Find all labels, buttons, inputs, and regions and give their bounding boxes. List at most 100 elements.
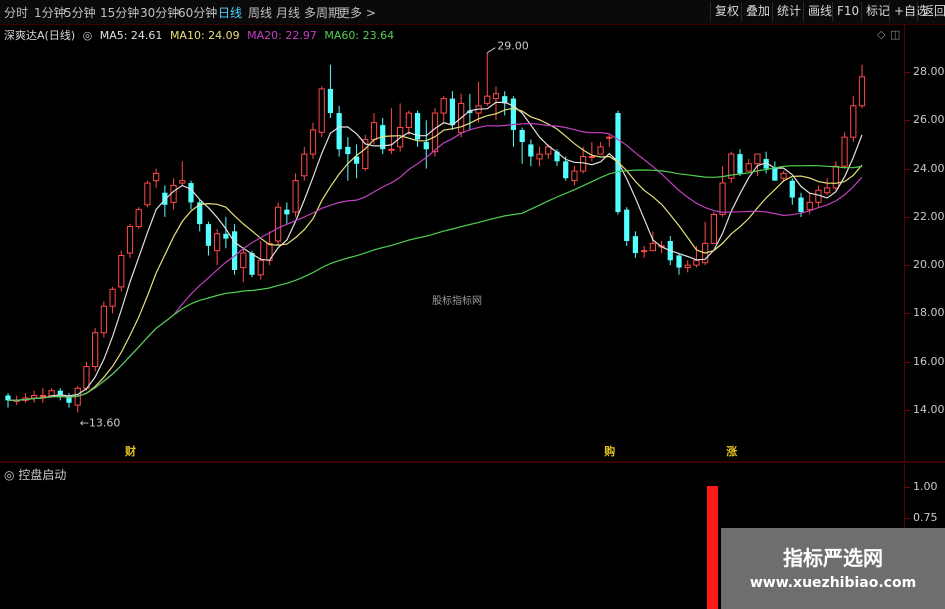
candle-body bbox=[135, 209, 142, 228]
indicator-tick-mark bbox=[904, 518, 910, 519]
candle-body bbox=[214, 233, 221, 252]
price-tick-label: 28.00 bbox=[913, 65, 945, 78]
price-tick-label: 22.00 bbox=[913, 209, 945, 223]
candle-body bbox=[423, 142, 429, 150]
price-tick-label: 14.00 bbox=[913, 403, 945, 416]
candle-body bbox=[327, 88, 334, 114]
candle-body bbox=[754, 153, 761, 165]
candle-body bbox=[170, 184, 177, 203]
candle-body bbox=[240, 252, 247, 269]
candle-body bbox=[345, 146, 351, 155]
candle-body bbox=[336, 113, 342, 150]
candle-body bbox=[100, 305, 107, 334]
candle-body bbox=[179, 180, 186, 184]
candle-body bbox=[83, 366, 90, 389]
candle-body bbox=[676, 255, 682, 268]
candlestick-chart[interactable]: 29.00 ←13.60 财 购 涨 bbox=[0, 24, 904, 461]
high-pointer bbox=[487, 47, 496, 54]
candle-body bbox=[536, 153, 543, 160]
signal-bar bbox=[707, 486, 718, 609]
candle-body bbox=[5, 395, 11, 401]
candle-body bbox=[431, 112, 439, 153]
candle-body bbox=[405, 112, 412, 129]
period-tab[interactable]: 30分钟 bbox=[140, 4, 179, 21]
candle-body bbox=[832, 165, 839, 189]
watermark-box: 指标严选网 www.xuezhibiao.com bbox=[721, 528, 945, 609]
period-tab[interactable]: 60分钟 bbox=[178, 4, 217, 21]
candle-body bbox=[684, 264, 691, 269]
candle-body bbox=[632, 236, 639, 254]
high-label: 29.00 bbox=[497, 40, 529, 53]
watermark-title: 指标严选网 bbox=[783, 546, 883, 570]
settings-icon[interactable]: ◎ bbox=[4, 468, 14, 482]
candle-body bbox=[370, 122, 378, 141]
axis-divider bbox=[904, 24, 905, 609]
price-tick-label: 26.00 bbox=[913, 113, 945, 127]
candle-body bbox=[257, 259, 264, 276]
candle-body bbox=[484, 95, 491, 104]
period-toolbar: 分时 1分钟 5分钟 15分钟 30分钟 60分钟 日线 周线 月线 多周期 更多 > 复权 叠加 统计画… bbox=[0, 0, 945, 25]
candle-body bbox=[850, 105, 857, 138]
candle-body bbox=[292, 180, 299, 213]
candle-body bbox=[737, 154, 743, 174]
toolbar-button[interactable]: 统计 bbox=[772, 2, 805, 21]
toolbar-button[interactable]: F10 bbox=[832, 2, 863, 21]
candle-body bbox=[449, 98, 456, 126]
candle-body bbox=[798, 197, 804, 213]
candle-body bbox=[318, 88, 325, 133]
candle-body bbox=[858, 76, 866, 107]
event-marker: 购 bbox=[604, 444, 615, 458]
indicator-tick-2: 0.75 bbox=[913, 511, 938, 524]
indicator-tick-1: 1.00 bbox=[913, 480, 938, 493]
candle-body bbox=[588, 156, 595, 158]
price-tick-label: 20.00 bbox=[913, 258, 945, 272]
candle-body bbox=[144, 182, 151, 206]
ma60-line bbox=[8, 164, 863, 401]
period-tab[interactable]: 周线 bbox=[248, 4, 272, 21]
candle-body bbox=[388, 148, 395, 151]
period-tab[interactable]: 1分钟 bbox=[34, 4, 66, 21]
candle-body bbox=[649, 242, 656, 252]
toolbar-button[interactable]: 复权 bbox=[710, 2, 743, 21]
candle-body bbox=[824, 187, 831, 194]
candle-body bbox=[118, 254, 125, 288]
candle-body bbox=[780, 172, 787, 179]
candle-body bbox=[440, 98, 447, 114]
candle-body bbox=[624, 209, 630, 241]
candle-body bbox=[275, 206, 282, 242]
candle-body bbox=[528, 144, 534, 157]
candle-body bbox=[48, 390, 55, 397]
indicator-name[interactable]: 控盘启动 bbox=[18, 468, 66, 482]
candle-body bbox=[231, 231, 238, 270]
price-tick-label: 16.00 bbox=[913, 354, 945, 368]
candle-body bbox=[109, 288, 116, 307]
period-tab[interactable]: 5分钟 bbox=[64, 4, 96, 21]
pane-divider bbox=[0, 461, 945, 463]
candle-body bbox=[641, 250, 648, 253]
candle-body bbox=[710, 213, 717, 244]
candle-body bbox=[223, 233, 229, 239]
candle-body bbox=[188, 183, 194, 203]
price-tick-label: 18.00 bbox=[913, 306, 945, 320]
candle-body bbox=[205, 224, 212, 246]
candle-body bbox=[772, 168, 778, 181]
candle-body bbox=[563, 161, 569, 179]
period-tab[interactable]: 日线 bbox=[218, 4, 242, 21]
candle-body bbox=[153, 172, 160, 182]
toolbar-button[interactable]: 返回 bbox=[917, 2, 945, 21]
event-marker: 财 bbox=[124, 444, 136, 458]
candle-body bbox=[789, 180, 795, 198]
candle-body bbox=[597, 146, 604, 155]
period-tab[interactable]: 更多 > bbox=[338, 4, 376, 21]
candle-body bbox=[126, 226, 134, 254]
candle-body bbox=[745, 163, 752, 172]
period-tab[interactable]: 15分钟 bbox=[100, 4, 139, 21]
period-tab[interactable]: 月线 bbox=[276, 4, 300, 21]
candle-body bbox=[284, 209, 290, 215]
period-tab[interactable]: 分时 bbox=[4, 4, 28, 21]
period-tab[interactable]: 多周期 bbox=[304, 4, 340, 21]
candle-body bbox=[309, 129, 317, 155]
toolbar-button[interactable]: 叠加 bbox=[741, 2, 774, 21]
candle-body bbox=[606, 136, 613, 139]
candle-body bbox=[693, 259, 700, 266]
